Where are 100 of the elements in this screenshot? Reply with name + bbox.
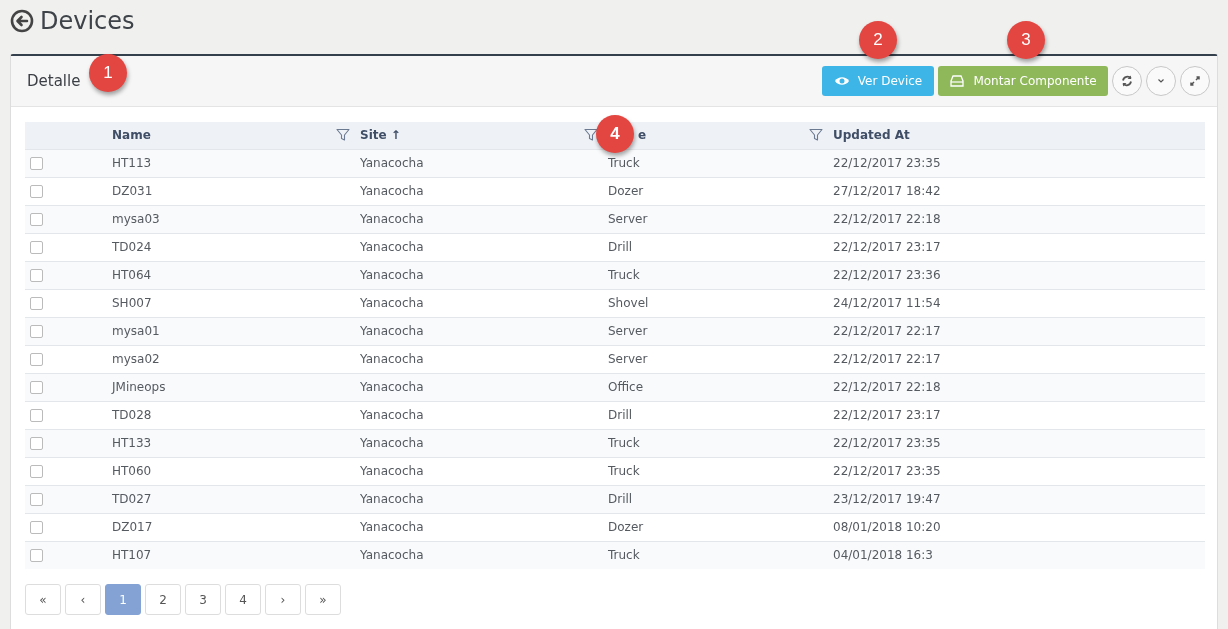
page-button[interactable]: 2 bbox=[145, 584, 181, 615]
row-checkbox[interactable] bbox=[30, 240, 43, 254]
row-checkbox[interactable] bbox=[30, 380, 43, 394]
table-cell: DZ031 bbox=[112, 184, 153, 198]
table-cell: Drill bbox=[608, 492, 633, 506]
table-cell: 27/12/2017 18:42 bbox=[833, 184, 941, 198]
table-cell: 22/12/2017 23:36 bbox=[833, 268, 941, 282]
table-cell: 24/12/2017 11:54 bbox=[833, 296, 941, 310]
row-checkbox[interactable] bbox=[30, 156, 43, 170]
table-cell: 22/12/2017 22:17 bbox=[833, 324, 941, 338]
row-checkbox[interactable] bbox=[30, 464, 43, 478]
table-cell: Truck bbox=[608, 464, 640, 478]
table-cell: TD028 bbox=[112, 408, 152, 422]
row-checkbox[interactable] bbox=[30, 268, 43, 282]
page-button[interactable]: » bbox=[305, 584, 341, 615]
table-cell: Truck bbox=[608, 156, 640, 170]
table-cell: 22/12/2017 23:35 bbox=[833, 436, 941, 450]
table-cell: Yanacocha bbox=[360, 352, 424, 366]
table-cell: HT060 bbox=[112, 464, 152, 478]
filter-icon[interactable] bbox=[809, 128, 823, 143]
table-cell: mysa03 bbox=[112, 212, 160, 226]
callout-badge: 3 bbox=[1007, 21, 1045, 59]
table-cell: TD027 bbox=[112, 492, 152, 506]
row-checkbox[interactable] bbox=[30, 296, 43, 310]
table-cell: Yanacocha bbox=[360, 184, 424, 198]
table-cell: Yanacocha bbox=[360, 240, 424, 254]
table-cell: Truck bbox=[608, 436, 640, 450]
table-cell: Yanacocha bbox=[360, 464, 424, 478]
callout-badge: 1 bbox=[89, 54, 127, 92]
expand-button[interactable] bbox=[1180, 66, 1210, 96]
row-checkbox[interactable] bbox=[30, 492, 43, 506]
table-cell: Yanacocha bbox=[360, 268, 424, 282]
table-cell: 22/12/2017 23:35 bbox=[833, 156, 941, 170]
table-cell: Yanacocha bbox=[360, 492, 424, 506]
table-cell: Truck bbox=[608, 548, 640, 563]
table-cell: 22/12/2017 22:18 bbox=[833, 380, 941, 394]
table-cell: HT133 bbox=[112, 436, 152, 450]
table-cell: mysa02 bbox=[112, 352, 160, 366]
table-cell: DZ017 bbox=[112, 520, 153, 534]
panel-title: Detalle bbox=[27, 72, 81, 90]
page-button[interactable]: ‹ bbox=[65, 584, 101, 615]
row-checkbox[interactable] bbox=[30, 352, 43, 366]
refresh-icon bbox=[1120, 74, 1134, 88]
table-cell: SH007 bbox=[112, 296, 152, 310]
expand-icon bbox=[1188, 74, 1202, 88]
table-cell: Yanacocha bbox=[360, 324, 424, 338]
table-cell: 04/01/2018 16:3 bbox=[833, 548, 933, 563]
table-cell: Dozer bbox=[608, 520, 644, 534]
filter-icon[interactable] bbox=[584, 128, 598, 143]
page-button[interactable]: 4 bbox=[225, 584, 261, 615]
page-button[interactable]: « bbox=[25, 584, 61, 615]
table-cell: Yanacocha bbox=[360, 296, 424, 310]
table-cell: TD024 bbox=[112, 240, 152, 254]
table-cell: Yanacocha bbox=[360, 436, 424, 450]
table-cell: 22/12/2017 23:17 bbox=[833, 240, 941, 254]
table-cell: Server bbox=[608, 324, 648, 338]
table-cell: Office bbox=[608, 380, 644, 394]
column-header[interactable]: Updated At bbox=[833, 128, 910, 143]
table-cell: Yanacocha bbox=[360, 520, 424, 534]
table-cell: Shovel bbox=[608, 296, 649, 310]
table-cell: Dozer bbox=[608, 184, 644, 198]
table-cell: HT107 bbox=[112, 548, 152, 563]
column-header[interactable]: Site ↑ bbox=[360, 128, 401, 143]
column-header[interactable]: Name bbox=[112, 128, 151, 143]
table-cell: Yanacocha bbox=[360, 380, 424, 394]
column-header[interactable]: e bbox=[638, 128, 647, 143]
table-cell: HT113 bbox=[112, 156, 152, 170]
row-checkbox[interactable] bbox=[30, 520, 43, 534]
table-cell: 22/12/2017 23:17 bbox=[833, 408, 941, 422]
page-title: Devices bbox=[40, 6, 135, 36]
table-cell: 22/12/2017 22:18 bbox=[833, 212, 941, 226]
row-checkbox[interactable] bbox=[30, 408, 43, 422]
table-cell: Server bbox=[608, 212, 648, 226]
callout-badge: 2 bbox=[859, 21, 897, 59]
table-cell: Yanacocha bbox=[360, 408, 424, 422]
table-cell: Drill bbox=[608, 408, 633, 422]
row-checkbox[interactable] bbox=[30, 212, 43, 226]
row-checkbox[interactable] bbox=[30, 548, 43, 562]
table-cell: Yanacocha bbox=[360, 212, 424, 226]
table-cell: 22/12/2017 23:35 bbox=[833, 464, 941, 478]
table-cell: 08/01/2018 10:20 bbox=[833, 520, 941, 534]
table-cell: JMineops bbox=[112, 380, 166, 394]
table-cell: Server bbox=[608, 352, 648, 366]
table-cell: 22/12/2017 22:17 bbox=[833, 352, 941, 366]
back-icon bbox=[10, 9, 34, 33]
table-cell: Yanacocha bbox=[360, 156, 424, 170]
filter-icon[interactable] bbox=[336, 128, 350, 143]
table-cell: 23/12/2017 19:47 bbox=[833, 492, 941, 506]
row-checkbox[interactable] bbox=[30, 184, 43, 198]
table-cell: Drill bbox=[608, 240, 633, 254]
refresh-button[interactable] bbox=[1112, 66, 1142, 96]
table-cell: HT064 bbox=[112, 268, 152, 282]
page-button[interactable]: › bbox=[265, 584, 301, 615]
table-cell: Truck bbox=[608, 268, 640, 282]
row-checkbox[interactable] bbox=[30, 324, 43, 338]
row-checkbox[interactable] bbox=[30, 436, 43, 450]
eye-icon bbox=[833, 74, 850, 88]
table-cell: mysa01 bbox=[112, 324, 160, 338]
page-button[interactable]: 3 bbox=[185, 584, 221, 615]
table-cell: Yanacocha bbox=[360, 548, 424, 563]
